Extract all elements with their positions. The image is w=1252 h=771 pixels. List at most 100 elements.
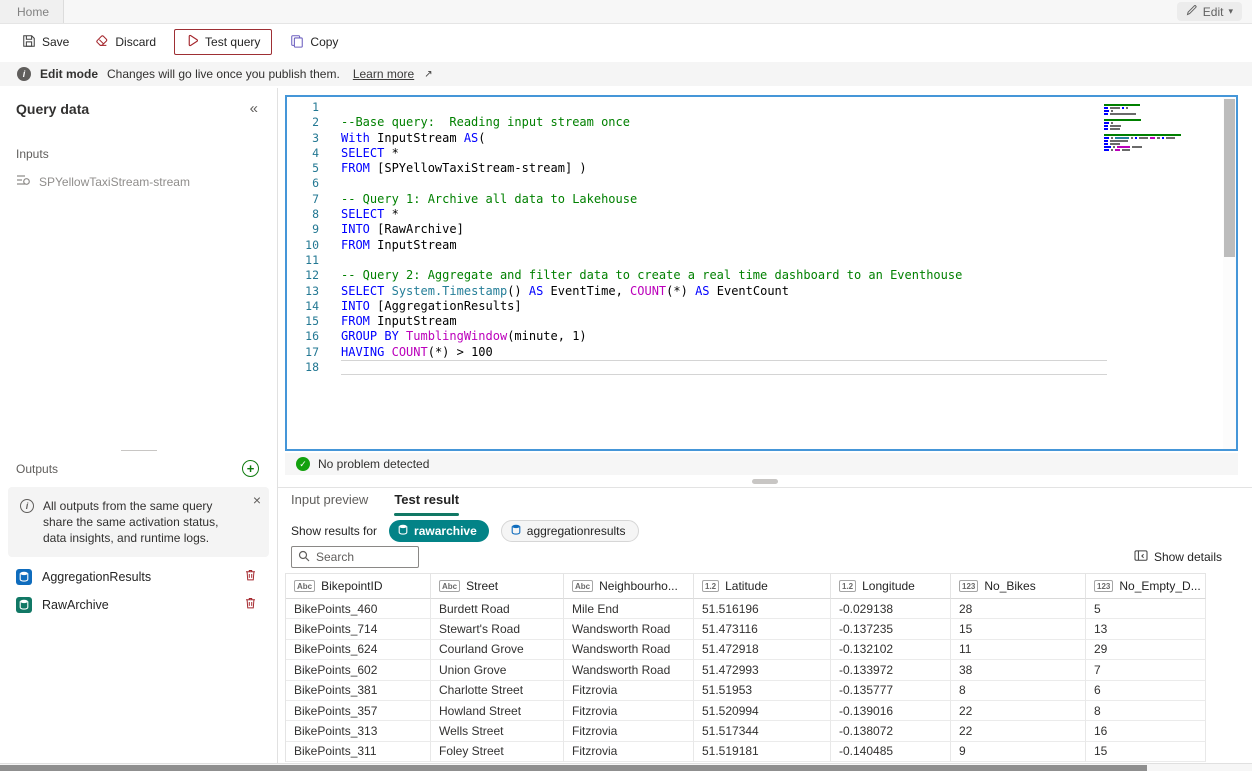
table-cell[interactable]: 5 [1086, 599, 1206, 619]
table-cell[interactable]: Fitzrovia [564, 701, 694, 721]
table-cell[interactable]: -0.137235 [831, 619, 951, 639]
column-header-longitude[interactable]: 1.2Longitude [831, 573, 951, 599]
horizontal-scrollbar[interactable] [0, 763, 1252, 771]
table-cell[interactable]: BikePoints_460 [286, 599, 431, 619]
save-button[interactable]: Save [14, 29, 77, 55]
table-cell[interactable]: 38 [951, 660, 1086, 680]
table-cell[interactable]: Mile End [564, 599, 694, 619]
code-line[interactable]: 9INTO [RawArchive] [287, 222, 1117, 237]
table-cell[interactable]: BikePoints_381 [286, 681, 431, 701]
delete-output-button[interactable] [244, 596, 257, 613]
collapse-panel-button[interactable]: « [250, 100, 258, 117]
table-cell[interactable]: 6 [1086, 681, 1206, 701]
table-cell[interactable]: BikePoints_714 [286, 619, 431, 639]
table-cell[interactable]: 15 [1086, 742, 1206, 762]
editor-scrollbar[interactable] [1223, 97, 1236, 449]
column-header-latitude[interactable]: 1.2Latitude [694, 573, 831, 599]
column-header-bikepointid[interactable]: AbcBikepointID [286, 573, 431, 599]
table-cell[interactable]: BikePoints_311 [286, 742, 431, 762]
table-cell[interactable]: 7 [1086, 660, 1206, 680]
table-cell[interactable]: -0.029138 [831, 599, 951, 619]
table-cell[interactable]: -0.138072 [831, 721, 951, 741]
table-cell[interactable]: Union Grove [431, 660, 564, 680]
code-line[interactable]: 13SELECT System.Timestamp() AS EventTime… [287, 284, 1117, 299]
output-item[interactable]: RawArchive [16, 596, 257, 613]
code-line[interactable]: 5FROM [SPYellowTaxiStream-stream] ) [287, 161, 1117, 176]
table-cell[interactable]: Fitzrovia [564, 742, 694, 762]
code-line[interactable]: 3With InputStream AS( [287, 131, 1117, 146]
table-cell[interactable]: BikePoints_357 [286, 701, 431, 721]
table-cell[interactable]: 16 [1086, 721, 1206, 741]
table-cell[interactable]: 11 [951, 640, 1086, 660]
code-line[interactable]: 4SELECT * [287, 146, 1117, 161]
table-cell[interactable]: 51.473116 [694, 619, 831, 639]
code-line[interactable]: 12-- Query 2: Aggregate and filter data … [287, 268, 1117, 283]
delete-output-button[interactable] [244, 568, 257, 585]
column-header-neighbourho-[interactable]: AbcNeighbourho... [564, 573, 694, 599]
code-line[interactable]: 7-- Query 1: Archive all data to Lakehou… [287, 192, 1117, 207]
table-cell[interactable]: -0.132102 [831, 640, 951, 660]
table-cell[interactable]: 8 [951, 681, 1086, 701]
code-area[interactable]: 12--Base query: Reading input stream onc… [287, 97, 1117, 375]
table-cell[interactable]: 29 [1086, 640, 1206, 660]
table-cell[interactable]: -0.133972 [831, 660, 951, 680]
table-cell[interactable]: BikePoints_602 [286, 660, 431, 680]
table-cell[interactable]: -0.139016 [831, 701, 951, 721]
code-line[interactable]: 8SELECT * [287, 207, 1117, 222]
table-cell[interactable]: 8 [1086, 701, 1206, 721]
code-line[interactable]: 14INTO [AggregationResults] [287, 299, 1117, 314]
table-cell[interactable]: Wandsworth Road [564, 660, 694, 680]
search-input[interactable] [291, 546, 419, 568]
panel-resize-grip[interactable] [121, 450, 157, 451]
search-field[interactable] [316, 550, 412, 564]
code-line[interactable]: 18 [287, 360, 1117, 375]
table-cell[interactable]: 51.472993 [694, 660, 831, 680]
add-output-button[interactable]: + [242, 460, 259, 477]
discard-button[interactable]: Discard [87, 29, 164, 55]
code-line[interactable]: 2--Base query: Reading input stream once [287, 115, 1117, 130]
column-header-no-empty-d-[interactable]: 123No_Empty_D... [1086, 573, 1206, 599]
table-cell[interactable]: Wandsworth Road [564, 640, 694, 660]
table-cell[interactable]: 51.51953 [694, 681, 831, 701]
query-editor[interactable]: 12--Base query: Reading input stream onc… [285, 95, 1238, 451]
table-cell[interactable]: 51.517344 [694, 721, 831, 741]
table-cell[interactable]: Wells Street [431, 721, 564, 741]
table-cell[interactable]: -0.140485 [831, 742, 951, 762]
table-cell[interactable]: Howland Street [431, 701, 564, 721]
code-line[interactable]: 17HAVING COUNT(*) > 100 [287, 345, 1117, 360]
code-line[interactable]: 15FROM InputStream [287, 314, 1117, 329]
scrollbar-thumb[interactable] [0, 765, 1147, 771]
tab-input-preview[interactable]: Input preview [291, 492, 368, 516]
table-cell[interactable]: Wandsworth Road [564, 619, 694, 639]
code-line[interactable]: 6 [287, 176, 1117, 191]
table-cell[interactable]: 13 [1086, 619, 1206, 639]
scrollbar-thumb[interactable] [1224, 99, 1235, 257]
table-cell[interactable]: 28 [951, 599, 1086, 619]
pill-rawarchive[interactable]: rawarchive [389, 520, 489, 542]
table-cell[interactable]: 51.516196 [694, 599, 831, 619]
test-query-button[interactable]: Test query [174, 29, 272, 55]
table-cell[interactable]: 9 [951, 742, 1086, 762]
tab-test-result[interactable]: Test result [394, 492, 459, 516]
pill-aggregationresults[interactable]: aggregationresults [501, 520, 639, 542]
code-line[interactable]: 11 [287, 253, 1117, 268]
learn-more-link[interactable]: Learn more [353, 67, 414, 81]
table-cell[interactable]: Fitzrovia [564, 681, 694, 701]
code-line[interactable]: 16GROUP BY TumblingWindow(minute, 1) [287, 329, 1117, 344]
show-details-button[interactable]: Show details [1134, 550, 1222, 565]
table-cell[interactable]: Stewart's Road [431, 619, 564, 639]
column-header-street[interactable]: AbcStreet [431, 573, 564, 599]
table-cell[interactable]: Charlotte Street [431, 681, 564, 701]
code-line[interactable]: 1 [287, 100, 1117, 115]
table-cell[interactable]: 22 [951, 721, 1086, 741]
table-cell[interactable]: Courland Grove [431, 640, 564, 660]
edit-dropdown-button[interactable]: Edit ▾ [1177, 2, 1242, 21]
output-item[interactable]: AggregationResults [16, 568, 257, 585]
copy-button[interactable]: Copy [282, 29, 346, 55]
table-cell[interactable]: BikePoints_313 [286, 721, 431, 741]
table-cell[interactable]: 51.519181 [694, 742, 831, 762]
column-header-no-bikes[interactable]: 123No_Bikes [951, 573, 1086, 599]
tab-home[interactable]: Home [0, 0, 64, 23]
table-cell[interactable]: 51.472918 [694, 640, 831, 660]
table-cell[interactable]: 15 [951, 619, 1086, 639]
